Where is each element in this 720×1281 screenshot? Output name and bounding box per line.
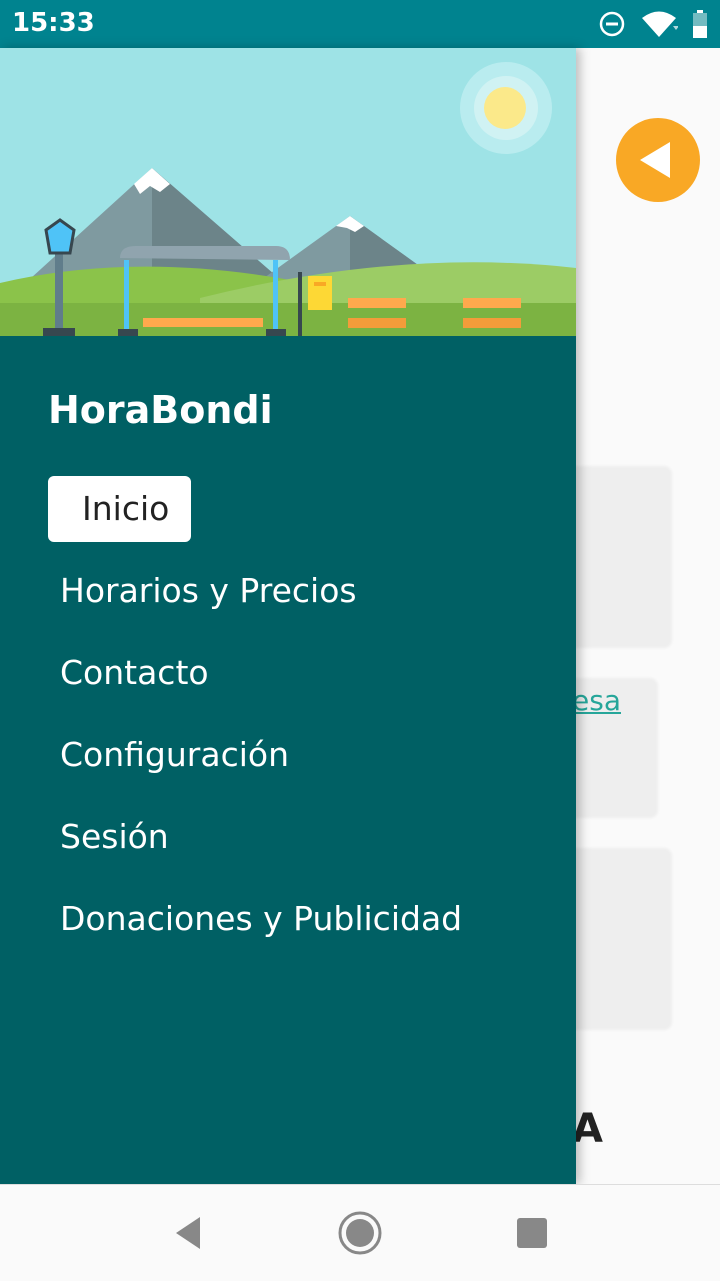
menu-item-sesion[interactable]: Sesión [48,804,181,870]
background-letter: A [572,1106,603,1152]
background-link: esa [572,684,621,717]
back-arrow-icon [640,142,670,178]
wifi-icon [642,11,678,37]
status-bar: 15:33 [0,0,720,48]
do-not-disturb-icon [599,11,625,37]
system-navigation-bar [0,1184,720,1281]
menu-item-inicio[interactable]: Inicio [48,476,192,542]
back-button[interactable] [616,118,700,202]
drawer-header-illustration [0,48,576,336]
nav-recents-icon[interactable] [508,1209,556,1257]
menu-item-donaciones-publicidad[interactable]: Donaciones y Publicidad [48,886,474,952]
status-icons [598,8,708,40]
background-card [560,466,672,648]
background-card [560,848,672,1030]
menu-item-configuracion[interactable]: Configuración [48,722,301,788]
app-title: HoraBondi [48,388,273,432]
status-time: 15:33 [12,8,95,38]
nav-home-icon[interactable] [336,1209,384,1257]
nav-back-icon[interactable] [164,1209,212,1257]
navigation-drawer: HoraBondi Inicio Horarios y Precios Cont… [0,48,576,1184]
battery-icon [693,10,707,38]
menu-item-horarios-precios[interactable]: Horarios y Precios [48,558,369,624]
menu-item-contacto[interactable]: Contacto [48,640,221,706]
